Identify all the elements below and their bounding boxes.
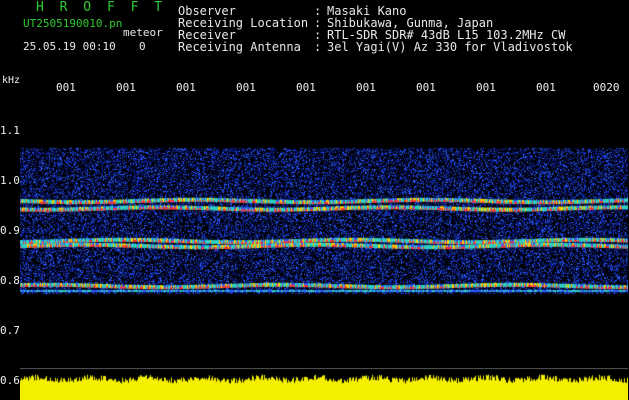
x-tick-9: 001 (536, 81, 556, 94)
x-tick-3: 001 (176, 81, 196, 94)
x-tick-2: 001 (116, 81, 136, 94)
file-name: UT2505190010.pn (23, 17, 123, 30)
antenna-value: 3el Yagi(V) Az 330 for Vladivostok (327, 40, 573, 54)
y-tick-0-9: 0.9 (0, 224, 20, 237)
hrofft-screen: H R O F F T UT2505190010.pn meteor 25.05… (0, 0, 629, 400)
signal-level-scope (20, 368, 628, 400)
y-tick-1-1: 1.1 (0, 124, 20, 137)
y-tick-1-0: 1.0 (0, 174, 20, 187)
x-tick-7: 001 (416, 81, 436, 94)
antenna-key: Receiving Antenna (178, 40, 301, 54)
x-tick-8: 001 (476, 81, 496, 94)
axis-unit-label: kHz (2, 75, 21, 86)
y-tick-0-7: 0.7 (0, 324, 20, 337)
spectrogram-canvas (20, 95, 628, 400)
x-tick-1: 001 (56, 81, 76, 94)
meteor-count: 0 (139, 40, 146, 53)
x-tick-6: 001 (356, 81, 376, 94)
x-tick-5: 001 (296, 81, 316, 94)
antenna-separator: : (314, 40, 322, 54)
y-tick-0-8: 0.8 (0, 274, 20, 287)
meteor-label: meteor (123, 26, 163, 39)
x-tick-10: 0020 (593, 81, 620, 94)
x-tick-4: 001 (236, 81, 256, 94)
observation-datetime: 25.05.19 00:10 (23, 40, 116, 53)
y-tick-0-6: 0.6 (0, 374, 20, 387)
app-brand: H R O F F T (36, 0, 167, 15)
